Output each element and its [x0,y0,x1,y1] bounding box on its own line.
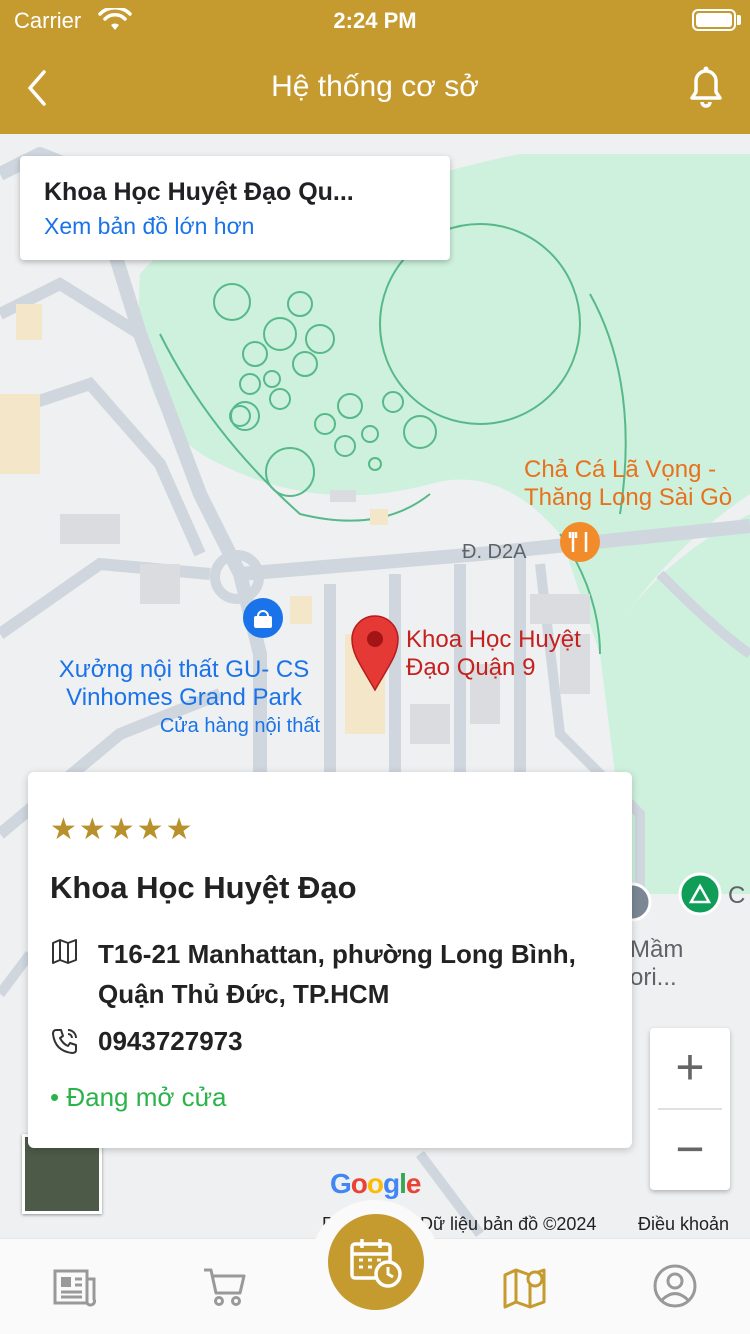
booking-button[interactable] [328,1214,424,1310]
zoom-out-button[interactable]: − [650,1110,730,1190]
zoom-control: + − [650,1028,730,1190]
page-title: Hệ thống cơ sở [271,70,479,103]
restaurant-pin[interactable] [560,522,600,562]
pin-label-line1: Khoa Học Huyệt [406,626,581,653]
battery-icon [692,9,736,31]
school-label[interactable]: Mầm ori... [630,936,683,992]
rating-stars: ★★★★★ [50,813,195,846]
store-label-line1: Xưởng nội thất GU- CS [58,656,310,683]
map-place-card: Khoa Học Huyệt Đạo Qu... Xem bản đồ lớn … [20,156,450,260]
place-name: Khoa Học Huyệt Đạo [50,870,357,905]
battery-nub [737,15,741,25]
school-label-line1: Mầm [630,936,684,963]
news-icon[interactable] [50,1261,100,1311]
pin-label[interactable]: Khoa Học Huyệt Đạo Quận 9 [406,626,581,682]
restaurant-label[interactable]: Chả Cá Lã Vọng - Thăng Long Sài Gò [524,456,732,512]
map-marker-icon [52,939,77,964]
place-address: T16-21 Manhattan, phường Long Bình, Quận… [98,939,576,1009]
phone-icon [52,1029,77,1054]
status-bar: Carrier 2:24 PM [0,0,750,40]
store-category: Cửa hàng nội thất [159,715,320,737]
map-icon[interactable] [500,1261,550,1311]
map-data-attribution[interactable]: Dữ liệu bản đồ ©2024 [420,1214,596,1235]
google-logo: Google [330,1168,421,1199]
bell-icon[interactable] [684,62,728,110]
restaurant-label-line1: Chả Cá Lã Vọng - [524,456,717,483]
view-larger-map-link[interactable]: Xem bản đồ lớn hơn [44,213,426,240]
open-status: • Đang mở cửa [50,1082,227,1112]
cart-icon[interactable] [200,1261,250,1311]
camp-label: C [728,882,746,909]
map-terms-link[interactable]: Điều khoản [638,1214,729,1235]
profile-icon[interactable] [650,1261,700,1311]
place-info-card: ★★★★★ Khoa Học Huyệt Đạo T16-21 Manhatta… [28,772,632,1148]
zoom-in-button[interactable]: + [650,1028,730,1108]
road-label-d2a: Đ. D2A [462,541,527,563]
restaurant-label-line2: Thăng Long Sài Gò [524,484,733,511]
top-bar: Carrier 2:24 PM Hệ thống cơ sở [0,0,750,134]
map-card-title: Khoa Học Huyệt Đạo Qu... [44,178,354,206]
furniture-store-pin[interactable] [243,598,283,638]
pin-label-line2: Đạo Quận 9 [406,654,536,681]
clock: 2:24 PM [333,8,417,33]
place-phone[interactable]: 0943727973 [98,1026,243,1057]
camp-pin[interactable] [678,872,722,916]
calendar-icon [350,1239,402,1288]
store-label-line2: Vinhomes Grand Park [66,684,302,711]
furniture-store-label[interactable]: Xưởng nội thất GU- CS Vinhomes Grand Par… [46,656,322,740]
school-label-line2: ori... [630,964,677,991]
